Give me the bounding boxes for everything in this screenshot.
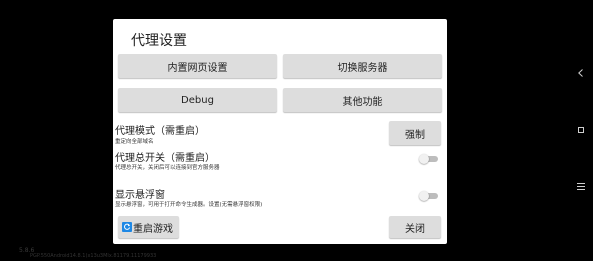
restart-icon (122, 222, 132, 232)
inner-web-settings-button[interactable]: 内置网页设置 (118, 54, 277, 78)
proxy-master-switch-description: 代理总开关，关闭后可以连接到官方服务器 (115, 165, 220, 171)
force-button[interactable]: 强制 (389, 121, 441, 145)
restart-game-label: 重启游戏 (133, 223, 173, 235)
close-button[interactable]: 关闭 (389, 216, 441, 238)
other-functions-button[interactable]: 其他功能 (283, 88, 442, 112)
switch-server-button[interactable]: 切换服务器 (283, 54, 442, 78)
dialog-title: 代理设置 (131, 33, 187, 49)
back-triangle-icon[interactable] (578, 69, 583, 77)
floating-window-description: 显示悬浮窗，可用于打开命令生成器。设置(无需悬浮窗权限) (115, 202, 263, 208)
floating-window-switch[interactable] (417, 191, 438, 201)
menu-lines-icon[interactable] (577, 183, 585, 190)
build-info-text: PGP.550Android14.8.1(x13u3Mlx.81179.1117… (30, 253, 157, 259)
proxy-master-switch-label: 代理总开关（需重启） (115, 153, 215, 164)
debug-button[interactable]: Debug (118, 88, 277, 112)
proxy-settings-dialog: 代理设置 内置网页设置 切换服务器 Debug 其他功能 代理模式（需重启） 重… (113, 19, 447, 244)
proxy-master-switch[interactable] (417, 154, 438, 164)
home-square-icon[interactable] (578, 127, 584, 133)
switch-thumb (419, 154, 429, 164)
proxy-mode-label: 代理模式（需重启） (115, 126, 205, 137)
proxy-mode-description: 重定向全部域名 (115, 139, 154, 145)
restart-game-button[interactable]: 重启游戏 (118, 216, 179, 238)
switch-thumb (419, 191, 429, 201)
floating-window-label: 显示悬浮窗 (115, 190, 165, 201)
